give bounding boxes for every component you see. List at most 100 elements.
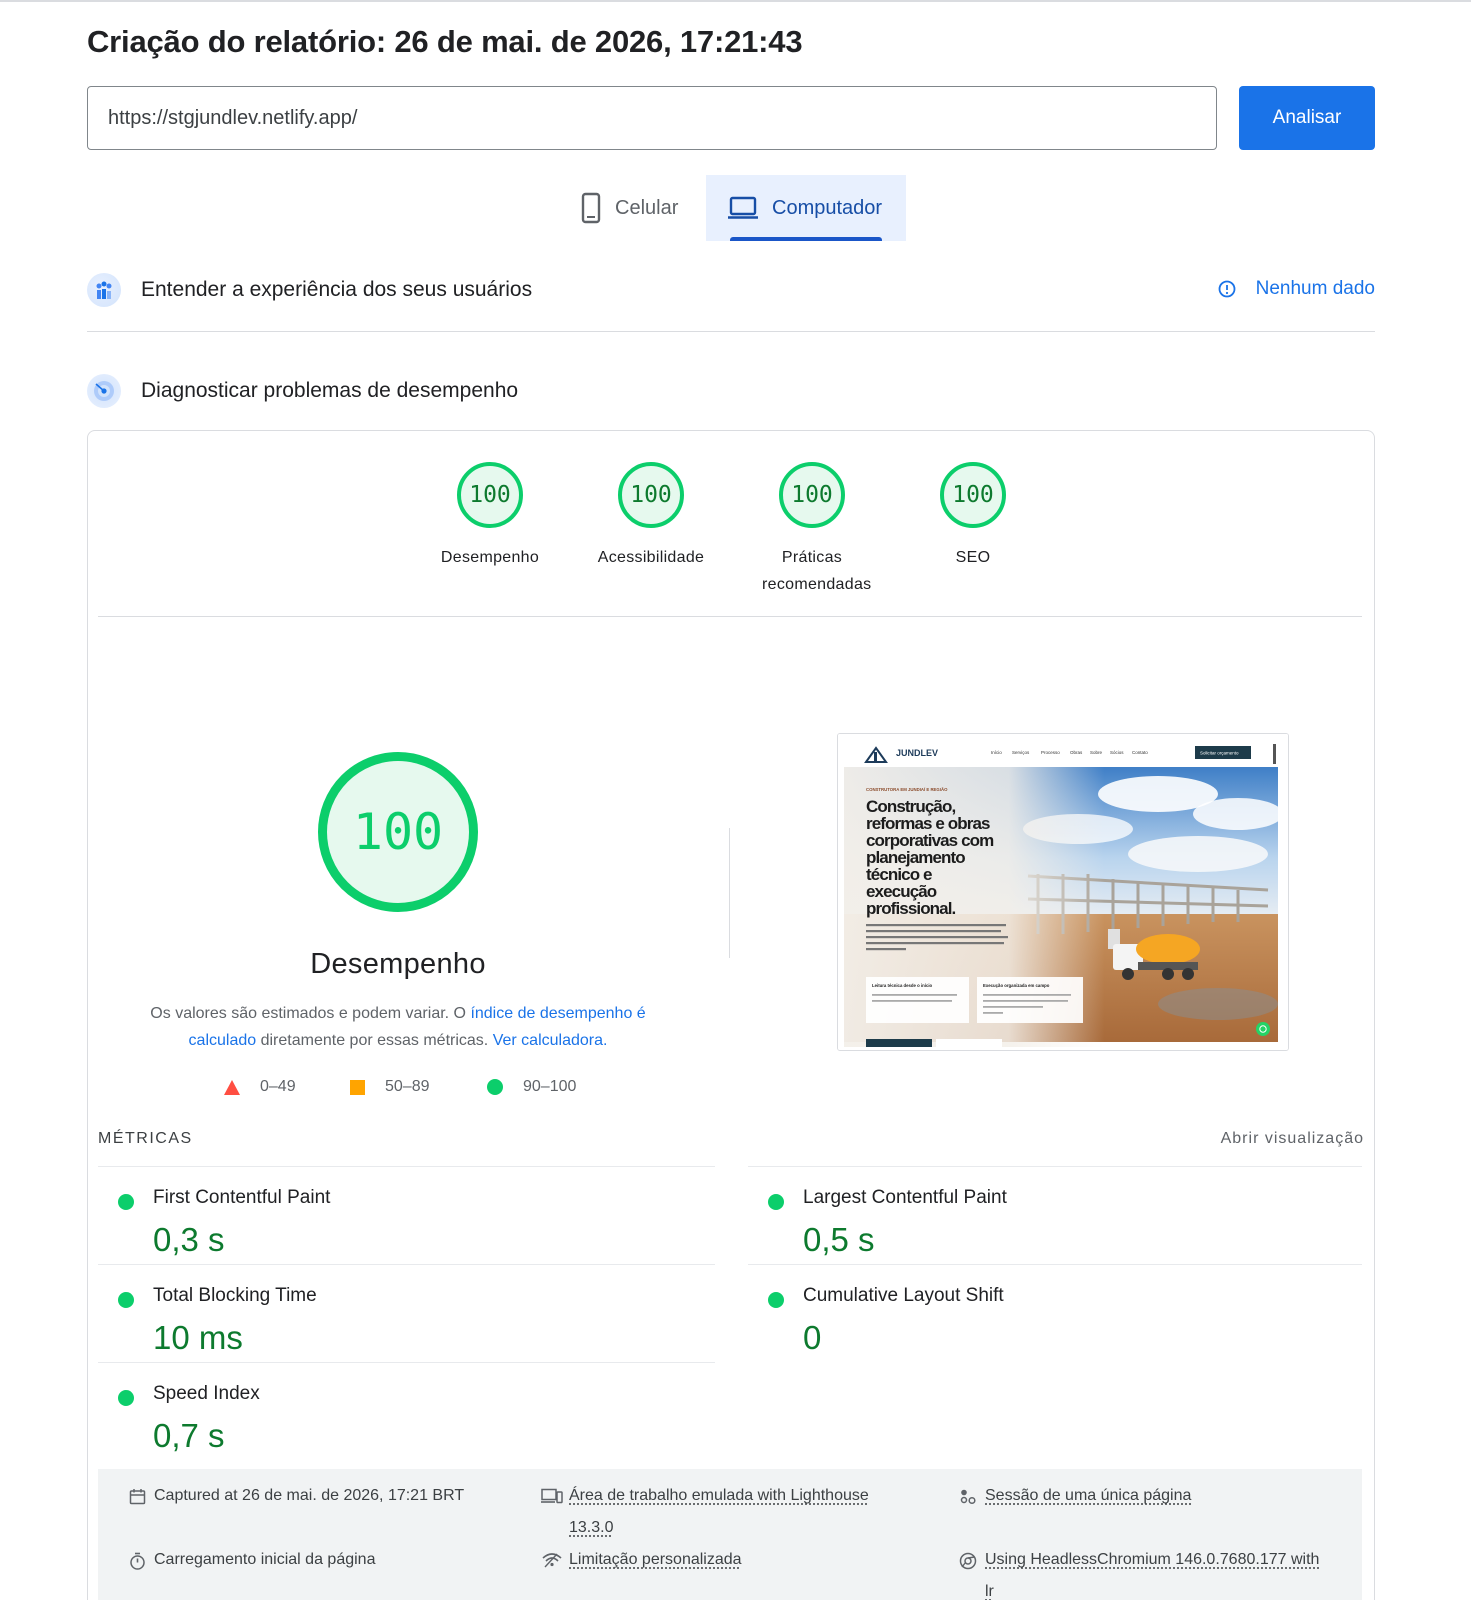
metric-name: First Contentful Paint [153, 1187, 331, 1208]
chromium-icon [957, 1544, 979, 1576]
legend-range: 0–49 [260, 1078, 296, 1095]
desc-text: Os valores são estimados e podem variar.… [150, 1005, 471, 1022]
diagnose-header: Diagnosticar problemas de desempenho [87, 374, 518, 408]
emulation-item[interactable]: Área de trabalho emulada with Lighthouse… [541, 1480, 869, 1544]
url-input[interactable] [87, 86, 1217, 150]
devices-icon [541, 1480, 563, 1512]
thumbnail-card1: Leitura técnica desde o início [872, 983, 933, 988]
no-data-link[interactable]: Nenhum dado [1218, 278, 1375, 300]
pass-circle-icon [768, 1194, 784, 1210]
category-gauge[interactable]: 100 Desempenho [410, 462, 570, 571]
browser-text-continued: lr [985, 1583, 994, 1600]
category-label: Acessibilidade [597, 549, 705, 566]
network-signal-icon [541, 1544, 563, 1576]
svg-text:profissional.: profissional. [866, 899, 956, 918]
metric-name: Largest Contentful Paint [803, 1187, 1007, 1208]
tab-desktop[interactable]: Computador [706, 175, 906, 241]
metric-divider [98, 1264, 715, 1265]
user-experience-title: Entender a experiência dos seus usuários [141, 278, 533, 301]
metric-value: 0,5 s [803, 1221, 875, 1258]
throttling-item[interactable]: Limitação personalizada [541, 1544, 742, 1576]
brand-name: JUNDLEV [896, 748, 938, 758]
triangle-icon [224, 1079, 240, 1095]
score-ring: 100 [940, 462, 1006, 528]
session-item[interactable]: Sessão de uma única página [957, 1480, 1191, 1512]
performance-score-gauge: 100 [318, 752, 478, 912]
desc-text: diretamente por essas métricas. [256, 1032, 493, 1049]
laptop-icon [728, 196, 758, 220]
session-icon [957, 1480, 979, 1512]
score-ring: 100 [457, 462, 523, 528]
legend-average: 50–89 [350, 1078, 430, 1096]
svg-text:Processo: Processo [1041, 750, 1060, 755]
metric-value: 0,3 s [153, 1221, 225, 1258]
browser-item[interactable]: Using HeadlessChromium 146.0.7680.177 wi… [957, 1544, 1319, 1600]
pass-circle-icon [118, 1194, 134, 1210]
captured-at-text: Captured at 26 de mai. de 2026, 17:21 BR… [154, 1487, 465, 1504]
page-screenshot-thumbnail[interactable]: JUNDLEV Início Serviços Processo Obras Sobre… [837, 733, 1289, 1051]
info-icon [1218, 280, 1236, 298]
tab-mobile[interactable]: Celular [575, 175, 706, 241]
category-gauge[interactable]: 100 Práticas recomendadas [732, 462, 892, 598]
diagnose-title: Diagnosticar problemas de desempenho [141, 379, 519, 402]
metric-name: Speed Index [153, 1383, 260, 1404]
stopwatch-icon [126, 1544, 148, 1576]
category-gauge[interactable]: 100 Acessibilidade [571, 462, 731, 571]
calendar-icon [126, 1480, 148, 1512]
captured-at-item: Captured at 26 de mai. de 2026, 17:21 BR… [126, 1480, 464, 1512]
performance-description: Os valores são estimados e podem variar.… [130, 1000, 666, 1054]
initial-load-text: Carregamento inicial da página [154, 1551, 376, 1568]
svg-text:Obras: Obras [1070, 750, 1083, 755]
metric-name: Total Blocking Time [153, 1285, 317, 1306]
metric-value: 0 [803, 1319, 822, 1356]
report-title: Criação do relatório: 26 de mai. de 2026… [87, 24, 803, 59]
metric-si: Speed Index 0,7 s [98, 1377, 688, 1457]
tab-desktop-label: Computador [772, 196, 883, 219]
svg-text:Início: Início [991, 750, 1002, 755]
svg-text:Sobre: Sobre [1090, 750, 1103, 755]
whatsapp-icon [1256, 1022, 1270, 1036]
metric-name: Cumulative Layout Shift [803, 1285, 1004, 1306]
browser-text: Using HeadlessChromium 146.0.7680.177 wi… [985, 1551, 1320, 1568]
score-ring: 100 [618, 462, 684, 528]
metric-value: 10 ms [153, 1319, 243, 1356]
analyze-button[interactable]: Analisar [1239, 86, 1375, 150]
performance-title: Desempenho [310, 948, 486, 980]
calculator-link[interactable]: Ver calculadora. [493, 1032, 608, 1049]
no-data-label: Nenhum dado [1255, 278, 1375, 299]
metric-tbt: Total Blocking Time 10 ms [98, 1279, 688, 1359]
thumbnail-card2: Execução organizada em campo [983, 983, 1050, 988]
screenshot-image: JUNDLEV Início Serviços Processo Obras Sobre… [838, 734, 1288, 1050]
top-divider [0, 0, 1471, 2]
tab-mobile-label: Celular [615, 196, 679, 219]
metric-divider [748, 1264, 1362, 1265]
open-view-toggle[interactable]: Abrir visualização [1221, 1130, 1364, 1148]
square-icon [350, 1079, 365, 1095]
metric-divider [98, 1362, 715, 1363]
score-ring: 100 [779, 462, 845, 528]
legend-fail: 0–49 [224, 1078, 296, 1096]
radar-icon [87, 374, 121, 408]
pass-circle-icon [118, 1390, 134, 1406]
vertical-separator [729, 828, 730, 958]
session-text: Sessão de uma única página [985, 1487, 1192, 1504]
category-gauge[interactable]: 100 SEO [893, 462, 1053, 571]
metric-divider [98, 1166, 715, 1167]
metric-lcp: Largest Contentful Paint 0,5 s [748, 1181, 1338, 1261]
circle-icon [487, 1079, 503, 1095]
gauges-divider [98, 616, 1362, 617]
emulation-text: Área de trabalho emulada with Lighthouse [569, 1487, 869, 1504]
category-label: Práticas recomendadas [762, 549, 872, 593]
svg-text:Solicitar orçamento: Solicitar orçamento [1200, 751, 1239, 756]
legend-range: 90–100 [523, 1078, 577, 1095]
section-divider [87, 331, 1375, 332]
thumbnail-kicker: CONSTRUTORA EM JUNDIAÍ E REGIÃO [866, 787, 948, 792]
svg-text:Serviços: Serviços [1012, 750, 1030, 755]
metrics-heading: MÉTRICAS [98, 1130, 193, 1147]
metric-fcp: First Contentful Paint 0,3 s [98, 1181, 688, 1261]
legend-range: 50–89 [385, 1078, 430, 1095]
metric-cls: Cumulative Layout Shift 0 [748, 1279, 1338, 1359]
throttling-text: Limitação personalizada [569, 1551, 742, 1568]
metric-divider [748, 1166, 1362, 1167]
pass-circle-icon [118, 1292, 134, 1308]
